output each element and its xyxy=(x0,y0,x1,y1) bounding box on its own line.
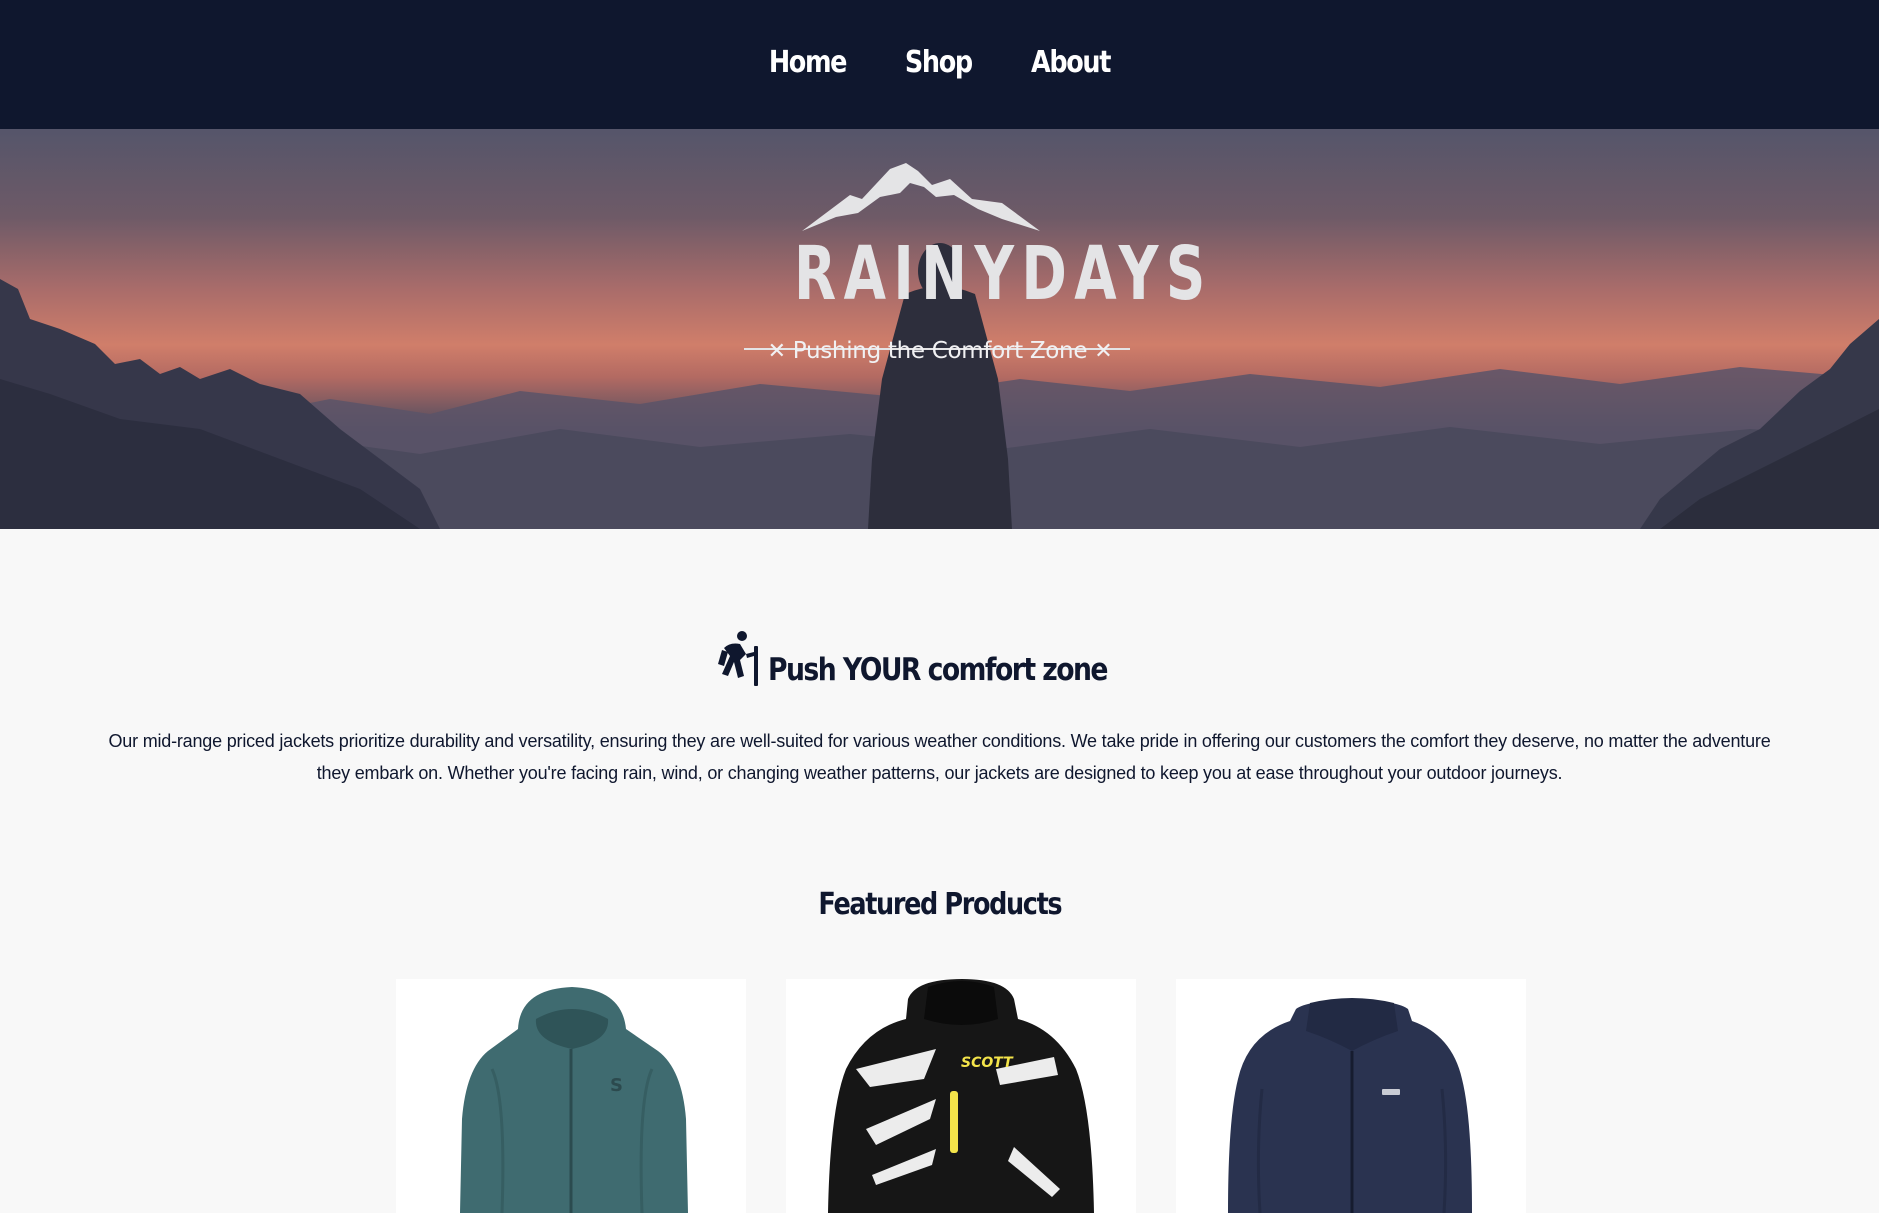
nav-link-shop[interactable]: Shop xyxy=(905,45,973,80)
nav-list: Home Shop About xyxy=(762,45,1117,80)
mountain-logo-icon xyxy=(802,163,1040,231)
nav-item-about: About xyxy=(1024,45,1117,80)
navy-fleece-image xyxy=(1228,998,1472,1213)
tagline-text: Pushing the Comfort Zone xyxy=(792,338,1088,364)
product-card-3[interactable] xyxy=(1176,979,1526,1213)
nav-link-about[interactable]: About xyxy=(1031,45,1111,80)
site-header: Home Shop About xyxy=(0,0,1879,129)
main-nav: Home Shop About xyxy=(762,45,1117,82)
cross-icon: ✕ xyxy=(767,339,786,364)
svg-text:S: S xyxy=(610,1075,623,1096)
black-racing-jacket-image: SCOTT xyxy=(828,979,1094,1213)
nav-link-home[interactable]: Home xyxy=(769,45,848,80)
teal-jacket-image: S xyxy=(460,987,688,1213)
featured-products-title: Featured Products xyxy=(0,887,1879,922)
hero-tagline: ✕ Pushing the Comfort Zone ✕ xyxy=(740,338,1140,364)
intro-heading: Push YOUR comfort zone xyxy=(716,630,1162,688)
featured-title-text: Featured Products xyxy=(818,887,1062,922)
hero-banner: RAINYDAYS ✕ Pushing the Comfort Zone ✕ xyxy=(0,129,1879,529)
intro-paragraph: Our mid-range priced jackets prioritize … xyxy=(108,731,1771,783)
scott-brand-mark: SCOTT xyxy=(961,1055,1014,1071)
nav-item-shop: Shop xyxy=(899,45,978,80)
hiking-icon xyxy=(718,631,759,686)
intro-section: Push YOUR comfort zone Our mid-range pri… xyxy=(0,630,1879,783)
intro-heading-text: Push YOUR comfort zone xyxy=(768,652,1109,688)
product-card-1[interactable]: S xyxy=(396,979,746,1213)
nav-item-home: Home xyxy=(762,45,853,80)
rainydays-logo: RAINYDAYS xyxy=(740,159,1213,359)
product-card-2[interactable]: SCOTT xyxy=(786,979,1136,1213)
logo-wordmark: RAINYDAYS xyxy=(794,231,1213,317)
cross-icon: ✕ xyxy=(1094,339,1113,364)
